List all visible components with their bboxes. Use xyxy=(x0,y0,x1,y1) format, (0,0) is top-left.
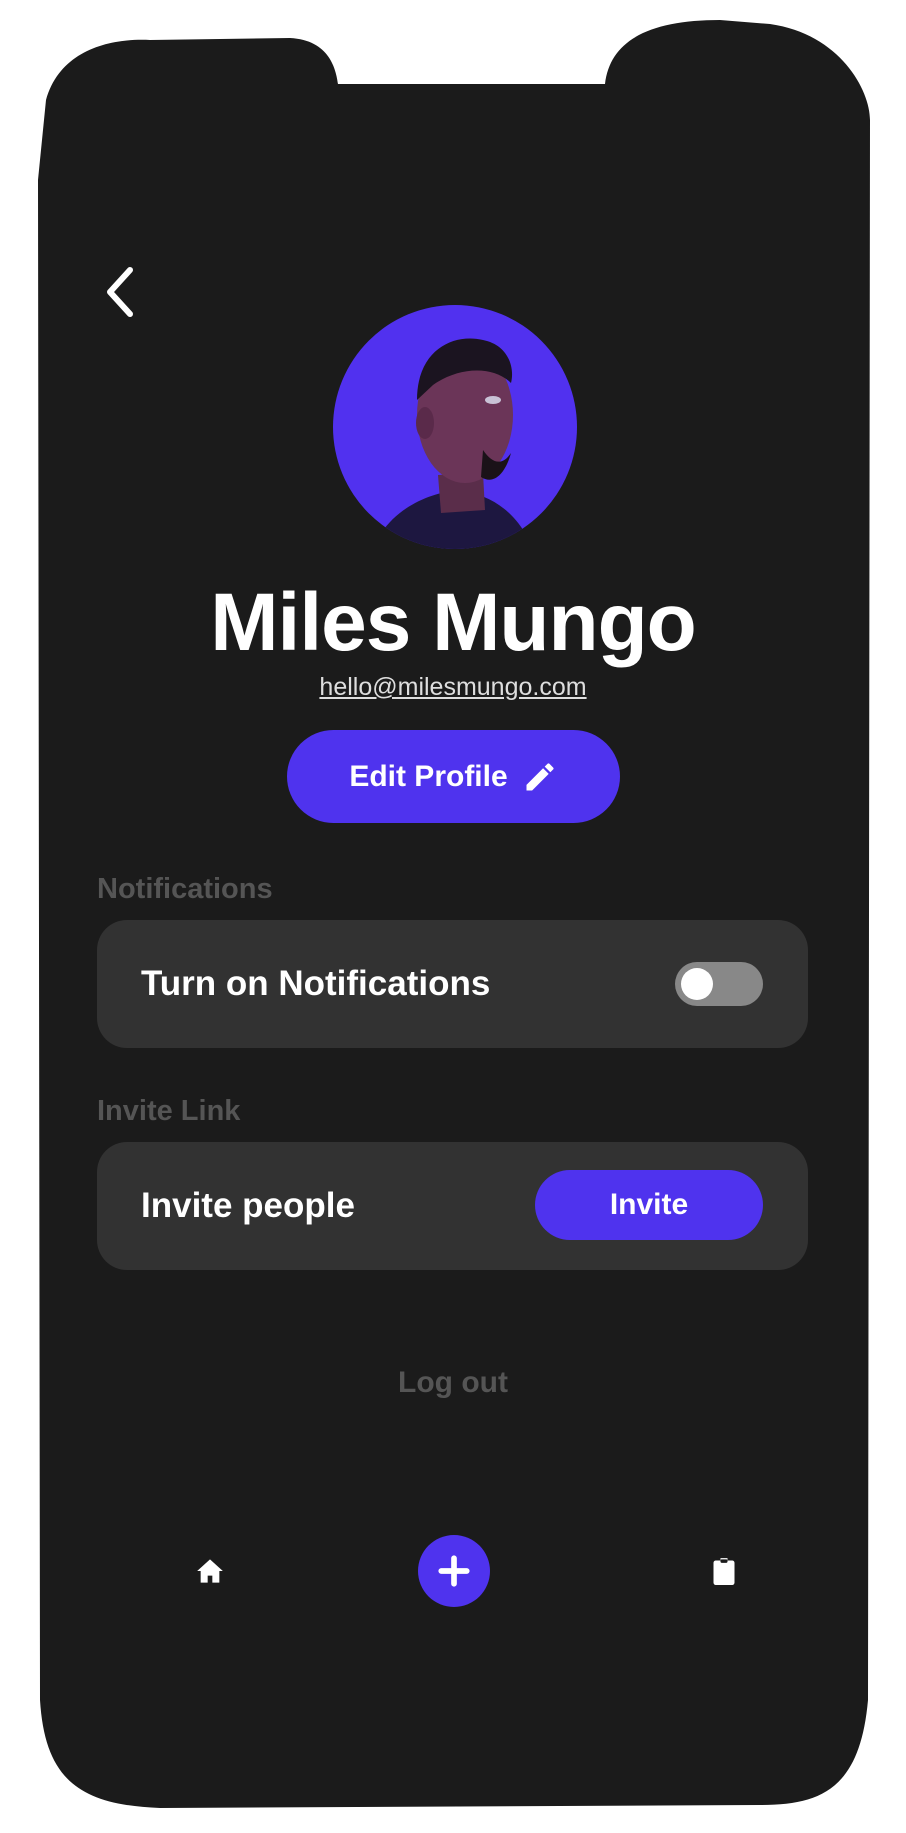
notifications-item-label: Turn on Notifications xyxy=(141,964,491,1003)
toggle-knob xyxy=(681,968,713,1000)
invite-button[interactable]: Invite xyxy=(535,1170,763,1240)
invite-item-label: Invite people xyxy=(141,1186,355,1225)
add-button[interactable] xyxy=(418,1535,490,1607)
logout-button[interactable]: Log out xyxy=(0,1366,906,1400)
profile-email[interactable]: hello@milesmungo.com xyxy=(0,670,906,704)
profile-name: Miles Mungo xyxy=(210,577,697,668)
nav-home[interactable] xyxy=(193,1556,227,1586)
avatar xyxy=(333,305,577,549)
notifications-section-label: Notifications xyxy=(97,873,273,905)
chevron-left-icon xyxy=(107,267,133,317)
edit-profile-button[interactable]: Edit Profile xyxy=(287,730,620,823)
notifications-toggle[interactable] xyxy=(675,962,763,1006)
plus-icon xyxy=(438,1555,470,1587)
invite-card: Invite people Invite xyxy=(97,1142,808,1270)
edit-profile-label: Edit Profile xyxy=(349,759,508,793)
nav-clipboard[interactable] xyxy=(709,1554,739,1588)
invite-section-label: Invite Link xyxy=(97,1095,241,1127)
back-button[interactable] xyxy=(96,262,142,322)
pencil-icon xyxy=(526,762,554,790)
home-icon xyxy=(197,1559,223,1583)
avatar-portrait xyxy=(333,305,577,549)
clipboard-icon xyxy=(713,1558,735,1585)
notifications-card: Turn on Notifications xyxy=(97,920,808,1048)
